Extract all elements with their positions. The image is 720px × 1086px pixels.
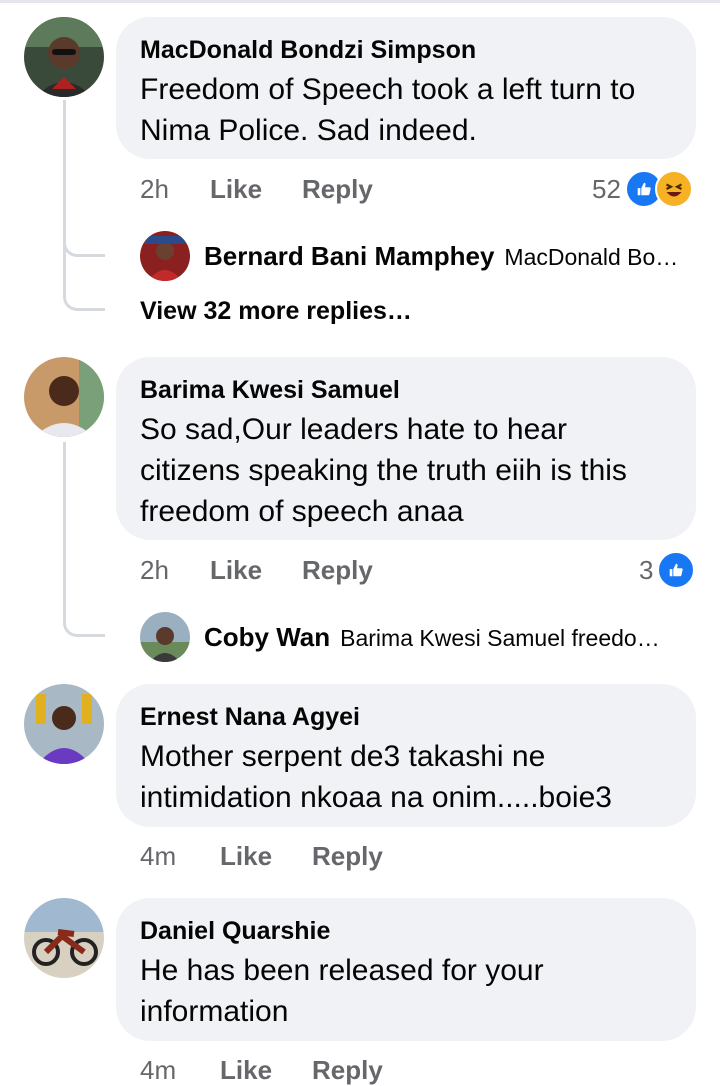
reply-text: MacDonald Bo… [504,244,679,270]
reply-author[interactable]: Coby Wan [204,622,330,653]
comment-text: He has been released for your informatio… [140,954,544,1028]
reply-avatar[interactable] [140,612,190,662]
like-button[interactable]: Like [220,841,312,872]
reply-button[interactable]: Reply [302,555,373,586]
view-more-replies-link[interactable]: View 32 more replies… [140,297,412,326]
thread-line [63,442,66,602]
avatar[interactable] [24,17,104,97]
reply-avatar[interactable] [140,231,190,281]
reaction-count: 52 [592,173,621,204]
haha-icon [654,170,693,208]
comment-author[interactable]: Daniel Quarshie [140,916,672,946]
reaction-summary[interactable]: 3 [639,551,696,589]
reply-button[interactable]: Reply [312,841,383,872]
comment-text: Freedom of Speech took a left turn to Ni… [140,73,636,147]
reply-button[interactable]: Reply [302,174,373,205]
comment-actions: 4m Like Reply [140,841,383,872]
reply-button[interactable]: Reply [312,1055,383,1086]
comment-time[interactable]: 4m [140,1055,220,1086]
comment-author[interactable]: Ernest Nana Agyei [140,702,672,732]
comment-bubble: Daniel Quarshie He has been released for… [116,898,696,1041]
avatar[interactable] [24,684,104,764]
like-icon [657,551,696,589]
comment-bubble: Barima Kwesi Samuel So sad,Our leaders h… [116,357,696,540]
comment-time[interactable]: 2h [140,174,210,205]
reply-author[interactable]: Bernard Bani Mamphey [204,241,494,272]
comment-author[interactable]: MacDonald Bondzi Simpson [140,35,672,65]
comment-bubble: Ernest Nana Agyei Mother serpent de3 tak… [116,684,696,827]
reply-text: Barima Kwesi Samuel freedo… [340,625,660,651]
comment-author[interactable]: Barima Kwesi Samuel [140,375,672,405]
comment-actions: 4m Like Reply [140,1055,383,1086]
like-button[interactable]: Like [210,174,302,205]
like-button[interactable]: Like [210,555,302,586]
comment-time[interactable]: 4m [140,841,220,872]
comment-bubble: MacDonald Bondzi Simpson Freedom of Spee… [116,17,696,159]
reply-preview[interactable]: Bernard Bani Mamphey MacDonald Bo… [204,241,678,272]
thread-elbow [63,590,105,637]
comment-actions: 2h Like Reply [140,174,373,205]
comment-text: So sad,Our leaders hate to hear citizens… [140,413,627,528]
thread-elbow [63,258,105,311]
avatar[interactable] [24,898,104,978]
comment-time[interactable]: 2h [140,555,210,586]
top-divider [0,0,720,3]
reaction-count: 3 [639,554,654,585]
reply-preview[interactable]: Coby Wan Barima Kwesi Samuel freedo… [204,622,660,653]
thread-elbow [63,220,105,257]
comment-actions: 2h Like Reply [140,555,373,586]
avatar[interactable] [24,357,104,437]
reaction-summary[interactable]: 52 [592,170,693,208]
like-button[interactable]: Like [220,1055,312,1086]
comment-text: Mother serpent de3 takashi ne intimidati… [140,740,612,814]
